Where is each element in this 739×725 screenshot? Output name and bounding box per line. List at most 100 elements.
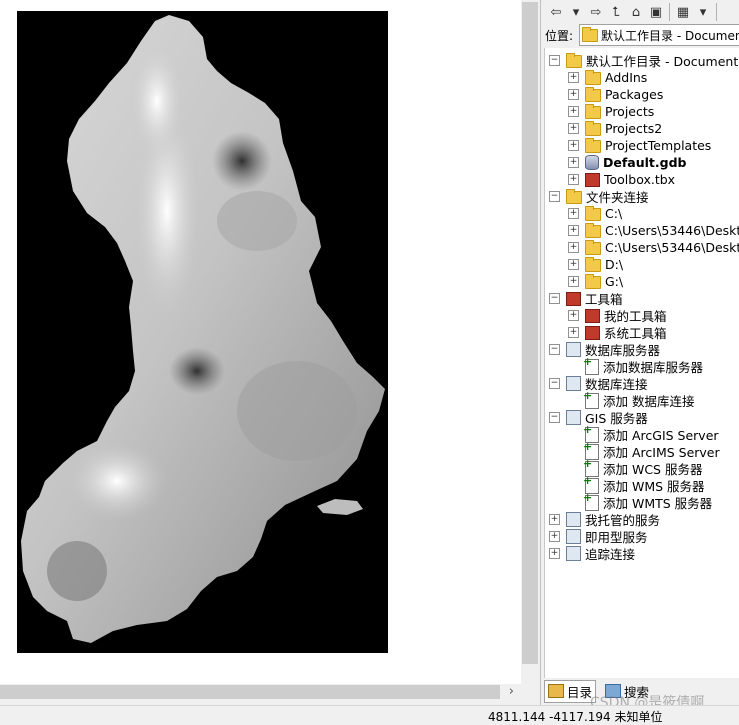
collapse-icon[interactable]: −	[549, 412, 560, 423]
tree-node[interactable]: + Toolbox.tbx	[568, 171, 675, 188]
tree-node[interactable]: + 我托管的服务	[549, 511, 660, 528]
expand-icon[interactable]: +	[568, 174, 579, 185]
forward-arrow-icon[interactable]: ⇨	[587, 3, 605, 21]
tree-node[interactable]: 添加 WMTS 服务器	[568, 491, 712, 512]
location-field[interactable]: 默认工作目录 - Documents\ArcGIS	[579, 24, 739, 46]
toolbox-icon	[585, 308, 600, 323]
expand-icon[interactable]: +	[568, 106, 579, 117]
catalog-icon	[548, 684, 564, 698]
scroll-right-icon[interactable]: ›	[509, 684, 514, 699]
collapse-icon[interactable]: −	[549, 293, 560, 304]
expand-icon[interactable]: +	[549, 514, 560, 525]
tree-node[interactable]: + 我的工具箱	[568, 307, 667, 324]
tab-catalog[interactable]: 目录	[544, 679, 597, 703]
coordinate-readout: 4811.144 -4117.194 未知单位	[488, 710, 663, 724]
back-arrow-icon[interactable]: ⇦	[547, 3, 565, 21]
ready-services-icon	[566, 529, 581, 544]
tree-node[interactable]: + G:\	[568, 273, 623, 290]
catalog-toolbar: ⇦ ▾ ⇨ ⮤ ⌂ ▣ ▦ ▾	[541, 0, 739, 24]
tree-node[interactable]: − 数据库连接	[549, 375, 648, 392]
collapse-icon[interactable]: −	[549, 378, 560, 389]
home-icon[interactable]: ⌂	[627, 3, 645, 21]
tree-node[interactable]: − 文件夹连接	[549, 188, 649, 205]
tree-node-label: ProjectTemplates	[605, 138, 712, 153]
add-icon	[583, 355, 599, 375]
dropdown-arrow-icon[interactable]: ▾	[567, 3, 585, 21]
gis-server-icon	[566, 410, 581, 425]
expand-icon[interactable]: +	[568, 157, 579, 168]
collapse-icon[interactable]: −	[549, 344, 560, 355]
folder-icon	[585, 70, 601, 85]
expand-icon[interactable]: +	[568, 276, 579, 287]
up-folder-icon[interactable]: ⮤	[607, 3, 625, 21]
tree-node[interactable]: + Default.gdb	[568, 154, 686, 171]
expand-icon[interactable]: +	[568, 259, 579, 270]
tree-node[interactable]: + C:\Users\53446\Desktop	[568, 222, 739, 239]
tree-node-label: AddIns	[605, 70, 648, 85]
tree-node[interactable]: 添加 数据库连接	[568, 389, 694, 410]
expand-icon[interactable]: +	[549, 548, 560, 559]
location-value: 默认工作目录 - Documents\ArcGIS	[601, 28, 739, 43]
toolbox-icon	[566, 291, 581, 306]
database-connection-icon	[566, 376, 581, 391]
raster-layer-image	[17, 11, 388, 653]
tree-node[interactable]: − GIS 服务器	[549, 409, 648, 426]
tree-node-label: Default.gdb	[603, 155, 687, 170]
toolbar-separator	[716, 3, 717, 21]
tree-node[interactable]: + Packages	[568, 86, 663, 103]
tree-node[interactable]: + C:\Users\53446\Desktop	[568, 239, 739, 256]
connect-folder-icon[interactable]: ▣	[647, 3, 665, 21]
tree-node[interactable]: + C:\	[568, 205, 622, 222]
tree-node[interactable]: + AddIns	[568, 69, 647, 86]
expand-icon[interactable]: +	[568, 208, 579, 219]
folder-icon	[585, 206, 601, 221]
tree-node[interactable]: + 追踪连接	[549, 545, 635, 562]
tree-node-label: 追踪连接	[585, 547, 636, 562]
expand-icon[interactable]: +	[549, 531, 560, 542]
catalog-window: ⇦ ▾ ⇨ ⮤ ⌂ ▣ ▦ ▾ 位置: 默认工作目录 - Documents\A…	[540, 0, 739, 705]
tree-node[interactable]: + Projects	[568, 103, 654, 120]
tree-node-label: G:\	[605, 274, 624, 289]
catalog-tree[interactable]: − 默认工作目录 - Documents\ArcGIS + AddIns + Packag…	[544, 48, 739, 678]
home-folder-icon	[582, 26, 599, 42]
map-view[interactable]	[0, 0, 521, 684]
tree-node[interactable]: 添加数据库服务器	[568, 355, 703, 376]
expand-icon[interactable]: +	[568, 310, 579, 321]
tree-node-label: C:\Users\53446\Desktop	[605, 223, 739, 238]
folder-icon	[585, 257, 601, 272]
expand-icon[interactable]: +	[568, 327, 579, 338]
tree-node[interactable]: − 默认工作目录 - Documents\ArcGIS	[549, 52, 739, 69]
collapse-icon[interactable]: −	[549, 55, 560, 66]
view-options-icon[interactable]: ▦	[674, 3, 692, 21]
database-server-icon	[566, 342, 581, 357]
map-horizontal-scrollbar[interactable]: ›	[0, 684, 540, 701]
folder-icon	[585, 104, 601, 119]
expand-icon[interactable]: +	[568, 123, 579, 134]
tree-node[interactable]: − 工具箱	[549, 290, 623, 307]
grayscale-raster	[17, 11, 388, 653]
expand-icon[interactable]: +	[568, 225, 579, 236]
tree-node[interactable]: + ProjectTemplates	[568, 137, 711, 154]
tree-node-label: C:\Users\53446\Desktop	[605, 240, 739, 255]
expand-icon[interactable]: +	[568, 140, 579, 151]
home-folder-icon	[566, 53, 582, 68]
view-dropdown-icon[interactable]: ▾	[694, 3, 712, 21]
map-vertical-scrollbar[interactable]	[521, 0, 540, 684]
expand-icon[interactable]: +	[568, 72, 579, 83]
tree-node[interactable]: + 系统工具箱	[568, 324, 667, 341]
collapse-icon[interactable]: −	[549, 191, 560, 202]
tree-node-label: Projects2	[605, 121, 663, 136]
toolbox-icon	[585, 325, 600, 340]
add-icon	[583, 491, 599, 511]
add-icon	[583, 389, 599, 409]
expand-icon[interactable]: +	[568, 242, 579, 253]
status-bar: 4811.144 -4117.194 未知单位	[0, 705, 739, 725]
tree-node[interactable]: + Projects2	[568, 120, 662, 137]
tree-node[interactable]: − 数据库服务器	[549, 341, 660, 358]
expand-icon[interactable]: +	[568, 89, 579, 100]
tree-node[interactable]: + 即用型服务	[549, 528, 648, 545]
folder-icon	[585, 240, 601, 255]
tree-node-label: Packages	[605, 87, 664, 102]
toolbar-separator	[669, 3, 670, 21]
tree-node[interactable]: + D:\	[568, 256, 623, 273]
